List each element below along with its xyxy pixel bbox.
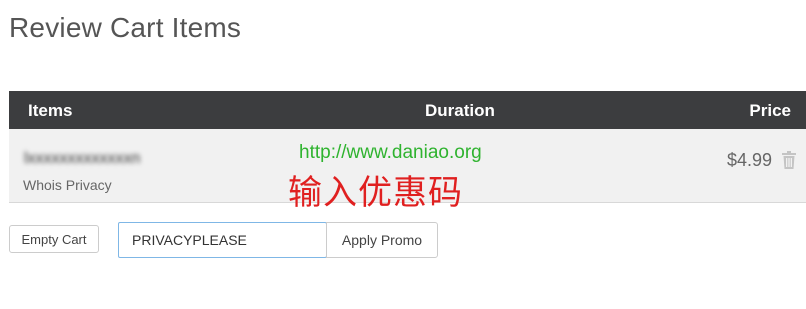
trash-icon[interactable] [782,151,796,169]
apply-promo-button[interactable]: Apply Promo [326,222,438,258]
column-header-items: Items [28,101,73,120]
product-name-redacted: lxxxxxxxxxxxxxn [24,151,141,167]
cart-table-header: Items Duration Price [9,91,806,129]
page-title: Review Cart Items [9,12,242,43]
watermark-caption: 输入优惠码 [288,173,463,213]
product-type: Whois Privacy [23,177,112,193]
column-header-price: Price [749,101,791,120]
promo-code-input[interactable] [118,222,327,258]
column-header-duration: Duration [425,101,495,120]
empty-cart-button[interactable]: Empty Cart [9,225,99,253]
item-price: $4.99 [726,150,772,170]
watermark-url: http://www.daniao.org [299,142,482,163]
